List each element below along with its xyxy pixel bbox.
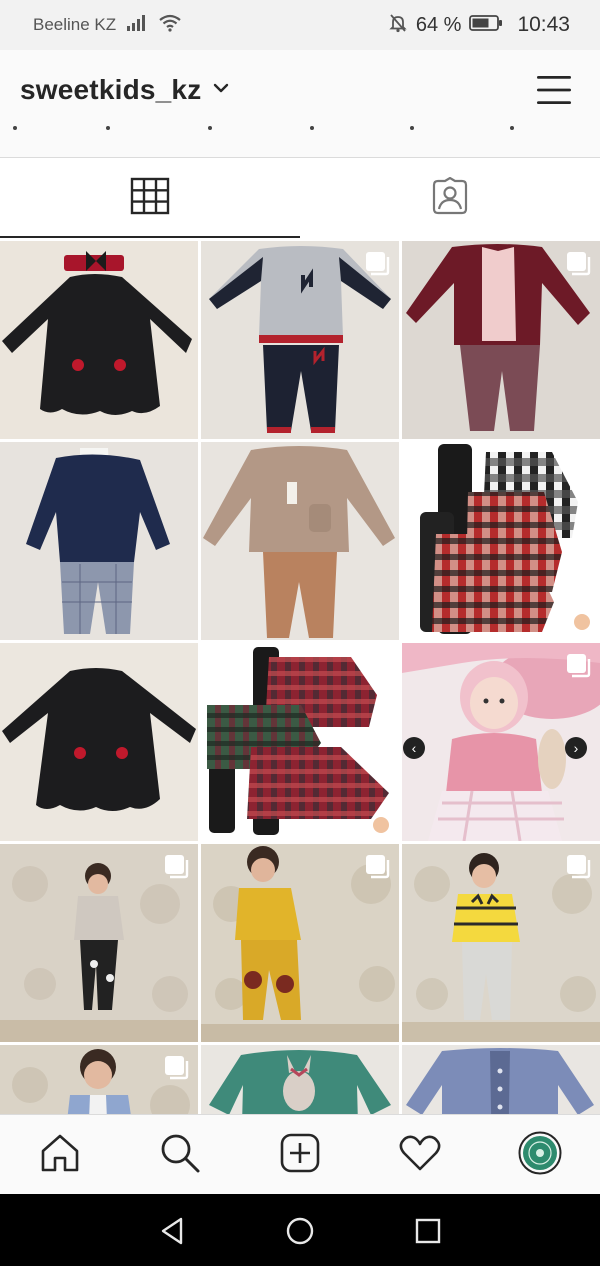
post-tile[interactable] — [201, 442, 399, 640]
post-image[interactable] — [0, 442, 198, 640]
clock: 10:43 — [517, 13, 570, 36]
multiple-photos-icon — [566, 251, 592, 277]
post-tile[interactable] — [402, 844, 600, 1042]
mute-notification-icon — [388, 13, 408, 38]
tab-tagged[interactable] — [300, 158, 600, 238]
post-tile[interactable] — [0, 643, 198, 841]
active-tab-indicator — [0, 236, 300, 238]
battery-icon — [469, 14, 503, 37]
recent-apps-icon[interactable] — [413, 1216, 443, 1246]
multiple-photos-icon — [365, 653, 391, 679]
post-tile[interactable] — [201, 1045, 399, 1114]
carrier-name: Beeline KZ — [33, 15, 117, 34]
post-image[interactable] — [0, 241, 198, 439]
multiple-photos-icon — [566, 452, 592, 478]
system-nav-bar — [0, 1194, 600, 1266]
account-switcher[interactable]: sweetkids_kz — [20, 74, 229, 106]
post-image[interactable] — [402, 1045, 600, 1114]
multiple-photos-icon — [566, 653, 592, 679]
post-tile[interactable] — [0, 1045, 198, 1114]
hamburger-menu-icon[interactable] — [536, 74, 572, 106]
search-icon[interactable] — [159, 1132, 201, 1179]
post-tile[interactable]: ‹ › — [402, 643, 600, 841]
post-tile[interactable] — [201, 643, 399, 841]
post-tile[interactable] — [201, 844, 399, 1042]
nav-profile[interactable] — [518, 1131, 562, 1180]
story-highlights-edge — [0, 122, 600, 136]
status-bar: Beeline KZ 64 % 10:43 — [0, 0, 600, 50]
chevron-down-icon[interactable] — [213, 81, 229, 99]
posts-grid: ‹ › — [0, 241, 600, 1114]
bottom-nav-bar — [0, 1114, 600, 1194]
nav-search[interactable] — [158, 1133, 202, 1177]
post-image[interactable] — [0, 643, 198, 841]
post-tile[interactable] — [402, 1045, 600, 1114]
post-tile[interactable] — [201, 241, 399, 439]
grid-icon[interactable] — [130, 177, 170, 220]
heart-icon[interactable] — [399, 1134, 441, 1177]
profile-header: sweetkids_kz — [0, 50, 600, 158]
post-tile[interactable] — [0, 844, 198, 1042]
multiple-photos-icon — [566, 854, 592, 880]
carousel-prev-icon[interactable]: ‹ — [403, 737, 425, 759]
nav-activity[interactable] — [398, 1133, 442, 1177]
back-icon[interactable] — [157, 1216, 187, 1246]
add-post-icon[interactable] — [279, 1132, 321, 1179]
post-image[interactable] — [201, 442, 399, 640]
home-circle-icon[interactable] — [285, 1216, 315, 1246]
multiple-photos-icon — [164, 1055, 190, 1081]
tab-posts-grid[interactable] — [0, 158, 300, 238]
carousel-next-icon[interactable]: › — [565, 737, 587, 759]
username[interactable]: sweetkids_kz — [20, 74, 201, 106]
post-tile[interactable] — [0, 442, 198, 640]
home-icon[interactable] — [39, 1133, 81, 1178]
multiple-photos-icon — [365, 854, 391, 880]
profile-tabs — [0, 158, 600, 238]
post-tile[interactable] — [402, 442, 600, 640]
nav-new-post[interactable] — [278, 1133, 322, 1177]
tagged-user-icon[interactable] — [430, 176, 470, 220]
wifi-icon — [158, 14, 182, 37]
multiple-photos-icon — [365, 251, 391, 277]
battery-percent: 64 % — [415, 13, 462, 36]
post-tile[interactable] — [0, 241, 198, 439]
multiple-photos-icon — [164, 854, 190, 880]
post-image[interactable] — [201, 1045, 399, 1114]
profile-avatar-icon[interactable] — [518, 1131, 562, 1180]
signal-icon — [126, 14, 148, 37]
post-tile[interactable] — [402, 241, 600, 439]
nav-home[interactable] — [38, 1133, 82, 1177]
